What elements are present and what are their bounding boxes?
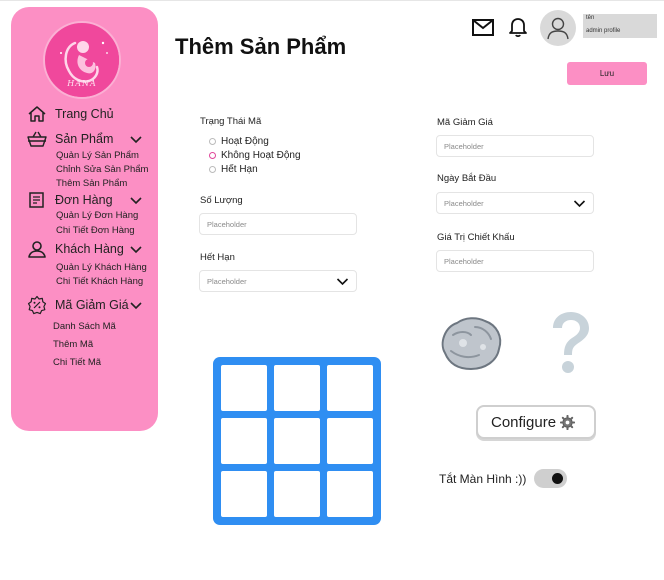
- nav-sub-product-edit[interactable]: Chỉnh Sửa Sản Phẩm: [56, 164, 148, 175]
- screen-off-label: Tắt Màn Hình :)): [439, 472, 527, 486]
- page-title: Thêm Sản Phẩm: [175, 34, 347, 59]
- logo[interactable]: HANA: [43, 21, 121, 99]
- grid-cell: [274, 418, 320, 464]
- nav-discounts-label: Mã Giảm Giá: [55, 298, 129, 312]
- status-option-expired[interactable]: Hết Hạn: [209, 163, 258, 175]
- grid-cell: [327, 418, 373, 464]
- grid-cell: [327, 365, 373, 411]
- grid-cell: [221, 471, 267, 517]
- toggle-knob[interactable]: [552, 473, 563, 484]
- chevron-down-icon: [573, 200, 586, 208]
- mail-icon[interactable]: [472, 19, 494, 36]
- question-mark-icon: [553, 312, 589, 373]
- status-option-inactive[interactable]: Không Hoạt Động: [209, 149, 301, 161]
- grid-cell: [274, 365, 320, 411]
- expiry-select[interactable]: Placeholder: [199, 270, 357, 292]
- discount-value-input[interactable]: Placeholder: [436, 250, 594, 272]
- basket-icon: [27, 131, 47, 147]
- grid-cell: [221, 365, 267, 411]
- nav-discounts[interactable]: Mã Giảm Giá: [27, 295, 129, 315]
- code-placeholder: Placeholder: [444, 142, 484, 151]
- sidebar: HANA Trang Chủ Sản Phẩm Quản Lý Sản Phẩm…: [11, 7, 158, 431]
- expiry-placeholder: Placeholder: [207, 277, 247, 286]
- user-icon: [28, 241, 46, 258]
- nav-customers[interactable]: Khách Hàng: [27, 239, 124, 259]
- start-date-placeholder: Placeholder: [444, 199, 484, 208]
- home-icon: [28, 106, 46, 122]
- discount-value-label: Giá Trị Chiết Khấu: [437, 232, 515, 243]
- nav-home[interactable]: Trang Chủ: [27, 104, 114, 124]
- chevron-down-icon[interactable]: [129, 135, 143, 145]
- status-option-label: Không Hoạt Động: [221, 149, 301, 161]
- code-label: Mã Giảm Giá: [437, 117, 493, 128]
- gear-icon: [560, 414, 576, 430]
- chevron-down-icon[interactable]: [129, 245, 143, 255]
- screen-off-toggle[interactable]: [534, 469, 567, 488]
- profile-box[interactable]: tên admin profile: [583, 14, 657, 38]
- start-date-label: Ngày Bắt Đầu: [437, 173, 497, 184]
- nav-orders[interactable]: Đơn Hàng: [27, 190, 113, 210]
- nav-sub-customer-detail[interactable]: Chi Tiết Khách Hàng: [56, 276, 143, 287]
- start-date-select[interactable]: Placeholder: [436, 192, 594, 214]
- profile-name: tên: [586, 15, 595, 21]
- nav-sub-customer-manage[interactable]: Quản Lý Khách Hàng: [56, 262, 147, 273]
- nav-sub-order-manage[interactable]: Quản Lý Đơn Hàng: [56, 210, 138, 221]
- grid-icon: [213, 357, 381, 525]
- nav-home-label: Trang Chủ: [55, 107, 114, 121]
- quantity-placeholder: Placeholder: [207, 220, 247, 229]
- top-divider: [0, 0, 664, 1]
- bell-icon[interactable]: [508, 16, 528, 38]
- rock-icon: [441, 317, 502, 371]
- nav-products[interactable]: Sản Phẩm: [27, 129, 113, 149]
- radio-button[interactable]: [209, 137, 216, 145]
- nav-sub-order-detail[interactable]: Chi Tiết Đơn Hàng: [56, 225, 135, 236]
- configure-button[interactable]: Configure: [476, 405, 596, 439]
- discount-value-placeholder: Placeholder: [444, 257, 484, 266]
- nav-customers-label: Khách Hàng: [55, 242, 124, 256]
- grid-cell: [274, 471, 320, 517]
- configure-label: Configure: [491, 413, 557, 431]
- nav-sub-product-add[interactable]: Thêm Sản Phẩm: [56, 178, 127, 189]
- document-icon: [29, 192, 44, 208]
- chevron-down-icon: [336, 278, 349, 286]
- radio-button-selected[interactable]: [209, 151, 216, 159]
- grid-cell: [221, 418, 267, 464]
- nav-sub-product-manage[interactable]: Quản Lý Sản Phẩm: [56, 150, 139, 161]
- save-button[interactable]: Lưu: [567, 62, 647, 85]
- code-input[interactable]: Placeholder: [436, 135, 594, 157]
- quantity-input[interactable]: Placeholder: [199, 213, 357, 235]
- nav-sub-discount-list[interactable]: Danh Sách Mã: [53, 321, 116, 332]
- nav-sub-discount-add[interactable]: Thêm Mã: [53, 339, 93, 350]
- status-option-label: Hết Hạn: [221, 163, 258, 175]
- chevron-down-icon[interactable]: [129, 196, 143, 206]
- nav-sub-discount-detail[interactable]: Chi Tiết Mã: [53, 357, 101, 368]
- chevron-down-icon[interactable]: [129, 301, 143, 311]
- status-option-active[interactable]: Hoạt Động: [209, 135, 269, 147]
- status-label: Trạng Thái Mã: [200, 116, 262, 127]
- profile-role: admin profile: [586, 28, 621, 34]
- quantity-label: Số Lượng: [200, 195, 243, 206]
- nav-products-label: Sản Phẩm: [55, 132, 114, 146]
- discount-badge-icon: [27, 295, 47, 315]
- user-avatar-icon: [547, 17, 569, 40]
- expiry-label: Hết Hạn: [200, 252, 235, 263]
- grid-cell: [327, 471, 373, 517]
- status-option-label: Hoạt Động: [221, 135, 269, 147]
- nav-orders-label: Đơn Hàng: [55, 193, 113, 207]
- radio-button[interactable]: [209, 165, 216, 173]
- logo-text: HANA: [67, 79, 97, 88]
- avatar[interactable]: [540, 10, 576, 46]
